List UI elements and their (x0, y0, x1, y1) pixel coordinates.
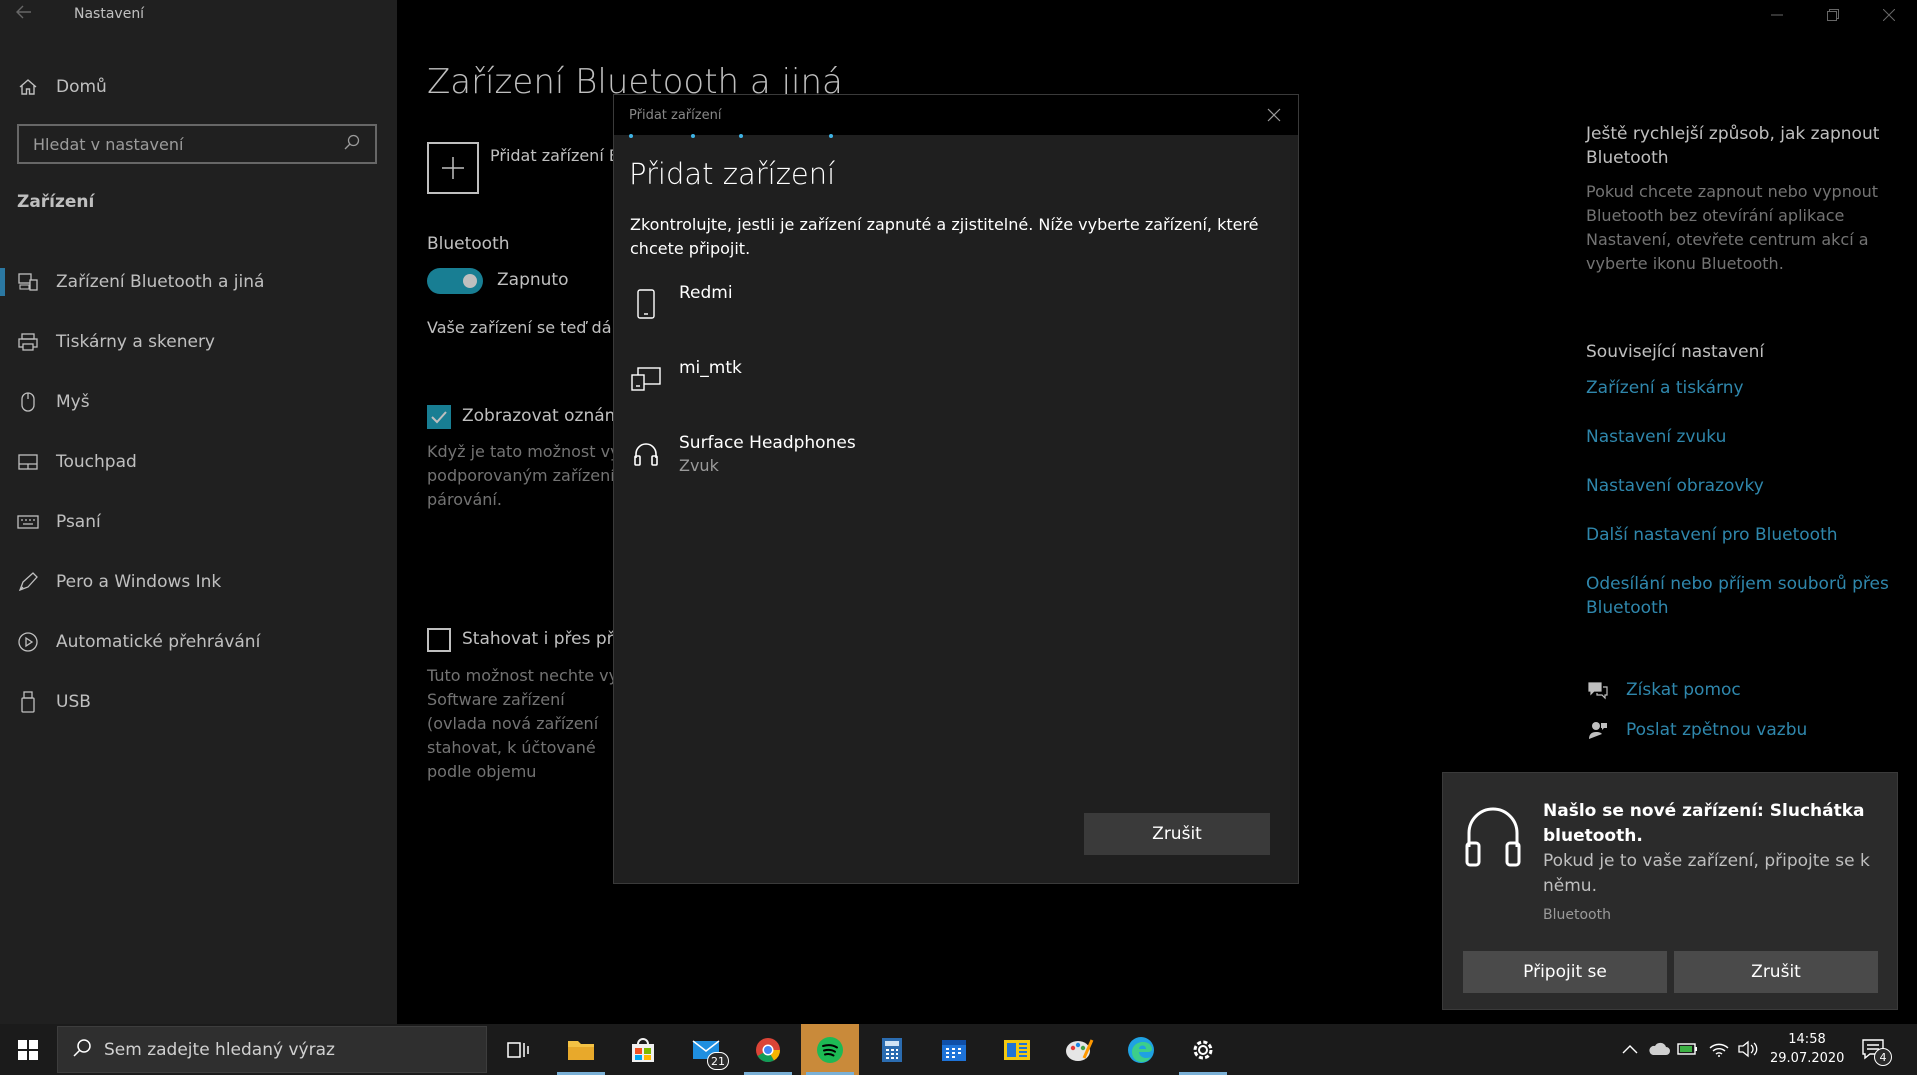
device-name: Redmi (679, 283, 733, 303)
taskbar-news[interactable] (988, 1024, 1046, 1075)
task-view-button[interactable] (489, 1024, 547, 1075)
device-list: Redmi mi_mtk Surface Headphones Zvuk (614, 281, 1300, 506)
wifi-icon[interactable] (1708, 1038, 1730, 1060)
taskbar-calendar[interactable] (925, 1024, 983, 1075)
settings-gear-icon (1193, 1040, 1213, 1059)
taskbar-clock[interactable]: 14:58 29.07.2020 (1770, 1030, 1844, 1068)
device-item-redmi[interactable]: Redmi (614, 281, 1300, 356)
onedrive-cloud-icon[interactable] (1648, 1038, 1670, 1060)
toast-cancel-button[interactable]: Zrušit (1674, 951, 1878, 993)
taskbar-paint[interactable] (1050, 1024, 1108, 1075)
toast-connect-button[interactable]: Připojit se (1463, 951, 1667, 993)
device-name: mi_mtk (679, 358, 742, 378)
taskbar-edge[interactable] (1112, 1024, 1170, 1075)
taskbar-chrome[interactable] (739, 1024, 797, 1075)
headphones-icon (629, 437, 663, 471)
search-icon (72, 1038, 92, 1062)
mail-badge: 21 (707, 1052, 729, 1070)
clock-date: 29.07.2020 (1770, 1051, 1845, 1066)
taskbar: Sem zadejte hledaný výraz 21 14:58 29.07… (0, 1024, 1917, 1075)
taskbar-mail[interactable]: 21 (677, 1024, 735, 1075)
taskbar-store[interactable] (614, 1024, 672, 1075)
scanning-progress-dots (629, 134, 879, 138)
headphones-icon (1463, 803, 1523, 869)
dialog-cancel-button[interactable]: Zrušit (1084, 813, 1270, 855)
spotify-icon (817, 1036, 843, 1063)
display-device-icon (629, 362, 663, 396)
taskbar-calculator[interactable] (863, 1024, 921, 1075)
toast-body: Pokud je to vaše zařízení, připojte se k… (1543, 851, 1870, 896)
clock-time: 14:58 (1788, 1032, 1826, 1047)
taskbar-settings[interactable] (1174, 1024, 1232, 1075)
news-icon (1004, 1039, 1030, 1060)
toast-title: Našlo se nové zařízení: Sluchátka blueto… (1543, 801, 1865, 846)
dialog-titlebar: Přidat zařízení (614, 95, 1298, 135)
taskbar-search-placeholder: Sem zadejte hledaný výraz (104, 1039, 335, 1060)
new-device-toast: Našlo se nové zařízení: Sluchátka blueto… (1442, 772, 1898, 1010)
edge-icon (1128, 1036, 1154, 1063)
device-category: Zvuk (679, 456, 719, 475)
taskbar-spotify[interactable] (801, 1024, 859, 1075)
show-hidden-icons-chevron-icon[interactable] (1619, 1038, 1641, 1060)
device-item-mi-mtk[interactable]: mi_mtk (614, 356, 1300, 431)
calendar-icon (942, 1039, 966, 1061)
start-button[interactable] (0, 1024, 56, 1075)
dialog-titlebar-text: Přidat zařízení (629, 107, 722, 123)
action-center-icon[interactable]: 4 (1860, 1036, 1892, 1066)
calculator-icon (882, 1037, 902, 1062)
folder-icon (568, 1040, 594, 1060)
device-item-surface-headphones[interactable]: Surface Headphones Zvuk (614, 431, 1300, 506)
chrome-icon (756, 1037, 780, 1062)
notification-count-badge: 4 (1874, 1048, 1892, 1066)
taskbar-file-explorer[interactable] (552, 1024, 610, 1075)
add-device-dialog: Přidat zařízení Přidat zařízení Zkontrol… (613, 94, 1299, 884)
paint-icon (1066, 1038, 1094, 1061)
toast-app-name: Bluetooth (1543, 907, 1611, 923)
volume-icon[interactable] (1737, 1038, 1759, 1060)
phone-icon (629, 287, 663, 321)
task-view-icon (507, 1041, 529, 1058)
dialog-close-icon[interactable] (1262, 103, 1286, 127)
device-name: Surface Headphones (679, 433, 856, 453)
dialog-description: Zkontrolujte, jestli je zařízení zapnuté… (630, 215, 1259, 258)
store-icon (632, 1037, 654, 1062)
windows-logo-icon (18, 1039, 38, 1060)
taskbar-search-box[interactable]: Sem zadejte hledaný výraz (57, 1026, 487, 1073)
dialog-heading: Přidat zařízení (629, 157, 836, 191)
battery-charging-icon[interactable] (1677, 1038, 1699, 1060)
